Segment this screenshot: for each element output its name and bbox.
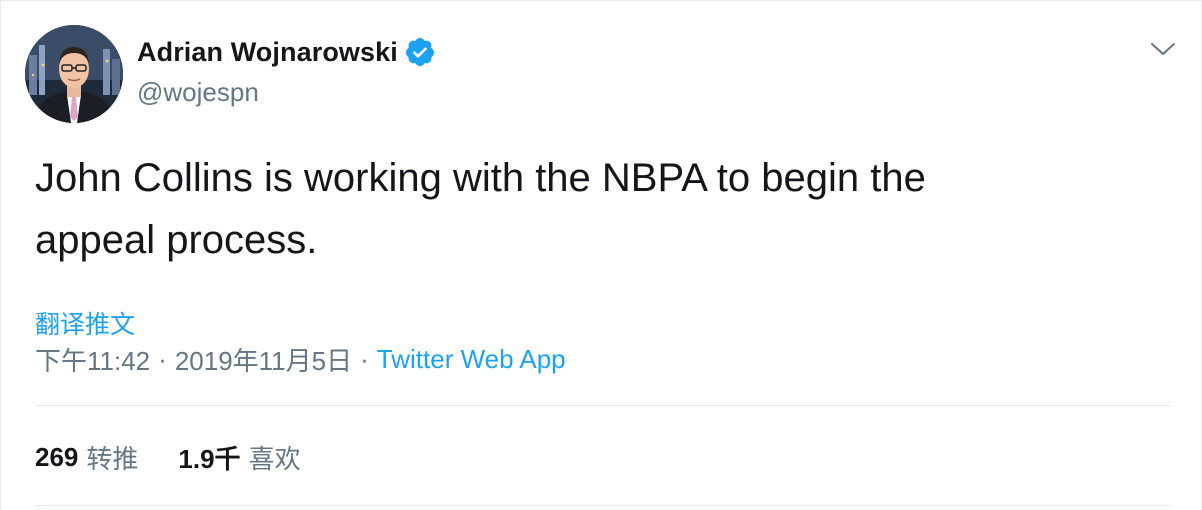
- chevron-down-icon: [1151, 43, 1175, 55]
- avatar-photo: [25, 25, 123, 123]
- tweet-text: John Collins is working with the NBPA to…: [35, 156, 926, 262]
- tweet-time[interactable]: 下午11:42: [35, 341, 150, 378]
- meta-separator: ·: [158, 344, 167, 374]
- likes-label: 喜欢: [248, 444, 301, 474]
- retweets-stat[interactable]: 269 转推: [35, 439, 138, 476]
- likes-count: 1.9千: [178, 444, 241, 474]
- meta-separator: ·: [360, 344, 369, 374]
- likes-stat[interactable]: 1.9千 喜欢: [178, 439, 300, 476]
- author-avatar[interactable]: [25, 25, 123, 123]
- divider: [35, 505, 1171, 506]
- retweets-label: 转推: [86, 444, 139, 474]
- author-name-row[interactable]: Adrian Wojnarowski: [137, 34, 436, 70]
- translate-tweet-link[interactable]: 翻译推文: [35, 305, 135, 341]
- verified-badge-icon: [404, 36, 436, 68]
- tweet-stats: 269 转推 1.9千 喜欢: [35, 439, 341, 476]
- tweet-date[interactable]: 2019年11月5日: [175, 341, 352, 378]
- author-handle[interactable]: @wojespn: [137, 77, 259, 108]
- tweet-source-link[interactable]: Twitter Web App: [377, 344, 566, 375]
- retweets-count: 269: [35, 442, 79, 472]
- tweet-menu-button[interactable]: [1149, 35, 1177, 63]
- tweet-card: Adrian Wojnarowski @wojespn John Collins…: [0, 0, 1202, 510]
- tweet-metadata: 下午11:42 · 2019年11月5日 · Twitter Web App: [35, 341, 566, 378]
- divider: [35, 405, 1171, 406]
- author-display-name[interactable]: Adrian Wojnarowski: [137, 37, 398, 68]
